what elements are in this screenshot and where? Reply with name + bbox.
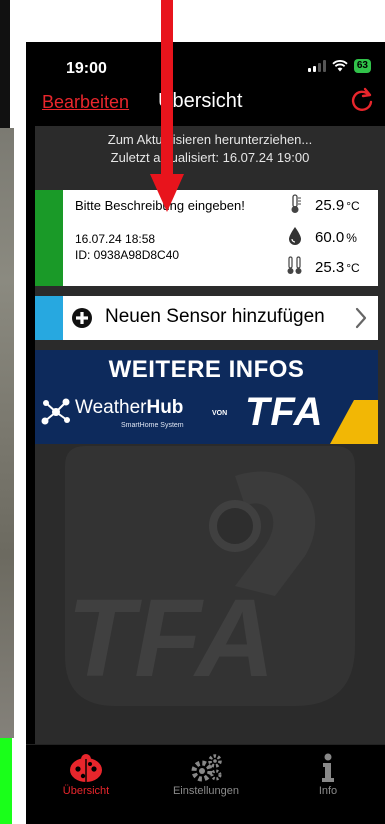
- humidity-value: 60.0: [315, 229, 345, 246]
- photo-sea-area: [0, 128, 14, 738]
- ladybug-icon: [70, 754, 102, 782]
- phone-screen: 19:00 63 Bearbeiten Übersicht Zum Aktual…: [26, 42, 385, 824]
- tab-settings-label: Einstellungen: [172, 785, 240, 797]
- screenshot-root: 19:00 63 Bearbeiten Übersicht Zum Aktual…: [0, 0, 385, 824]
- last-updated-text: Zuletzt aktualisiert: 16.07.24 19:00: [110, 150, 310, 165]
- edit-button[interactable]: Bearbeiten: [42, 92, 129, 113]
- photo-green-area: [0, 738, 12, 824]
- status-time: 19:00: [66, 60, 107, 77]
- pull-to-refresh-hint: Zum Aktualisieren herunterziehen...: [107, 132, 313, 147]
- status-icons: 63: [307, 59, 371, 73]
- tfa-logo-text: TFA: [245, 390, 324, 434]
- wifi-icon: [332, 60, 348, 72]
- probe-temperature-value: 25.3: [315, 259, 345, 276]
- add-sensor-color-bar: [35, 296, 63, 340]
- sensor-id: ID: 0938A98D8C40: [75, 248, 180, 262]
- add-sensor-label: Neuen Sensor hinzufügen: [105, 306, 325, 327]
- sensor-list[interactable]: Zum Aktualisieren herunterziehen... Zule…: [35, 126, 385, 744]
- more-info-banner[interactable]: WEITERE INFOS WeatherHub SmartHome Syste…: [35, 350, 378, 444]
- weatherhub-brand-light: Weather: [75, 397, 147, 418]
- tab-info-label: Info: [318, 785, 338, 797]
- humidity-unit: %: [346, 231, 357, 245]
- info-icon: [322, 753, 334, 782]
- weatherhub-subtitle: SmartHome System: [121, 422, 184, 429]
- temperature-value: 25.9: [315, 197, 345, 214]
- weatherhub-logo-icon: [41, 398, 70, 425]
- tab-bar: Übersicht Einstellungen Info: [26, 744, 385, 824]
- tab-overview-label: Übersicht: [62, 785, 110, 797]
- sensor-card[interactable]: Bitte Beschreibung eingeben! 16.07.24 18…: [35, 190, 378, 286]
- thermometer-icon: [291, 194, 301, 213]
- probe-temperature-reading: 25.3 °C: [315, 259, 360, 276]
- tab-overview[interactable]: Übersicht: [36, 753, 136, 797]
- tfa-yellow-accent: [330, 400, 378, 444]
- weatherhub-brand-bold: Hub: [146, 397, 184, 418]
- probe-thermometer-icon: [287, 256, 302, 274]
- weatherhub-brand: WeatherHub: [75, 397, 183, 419]
- gears-icon: [191, 754, 222, 782]
- plus-circle-icon: [72, 308, 92, 328]
- temperature-unit: °C: [346, 199, 360, 213]
- sensor-color-bar: [35, 190, 63, 286]
- refresh-icon[interactable]: [347, 86, 377, 116]
- humidity-reading: 60.0%: [315, 229, 357, 246]
- humidity-drop-icon: [289, 227, 301, 245]
- sensor-timestamp: 16.07.24 18:58: [75, 232, 156, 246]
- banner-von-text: VON: [212, 410, 228, 417]
- add-sensor-button[interactable]: Neuen Sensor hinzufügen: [35, 296, 378, 340]
- background-photo: [0, 0, 22, 824]
- red-arrow-annotation: [150, 0, 184, 212]
- navigation-bar: Bearbeiten Übersicht: [26, 86, 385, 126]
- chevron-right-icon: [355, 307, 367, 329]
- svg-text:TFA: TFA: [67, 577, 275, 700]
- tfa-watermark-logo: TFA: [65, 446, 355, 706]
- tab-info[interactable]: Info: [278, 753, 378, 797]
- probe-temperature-unit: °C: [346, 261, 360, 275]
- temperature-reading: 25.9 °C: [315, 197, 360, 214]
- banner-title: WEITERE INFOS: [108, 356, 305, 383]
- tab-settings[interactable]: Einstellungen: [156, 753, 256, 797]
- photo-dark-area: [0, 0, 10, 128]
- battery-icon: 63: [353, 59, 371, 73]
- cellular-signal-icon: [307, 60, 326, 72]
